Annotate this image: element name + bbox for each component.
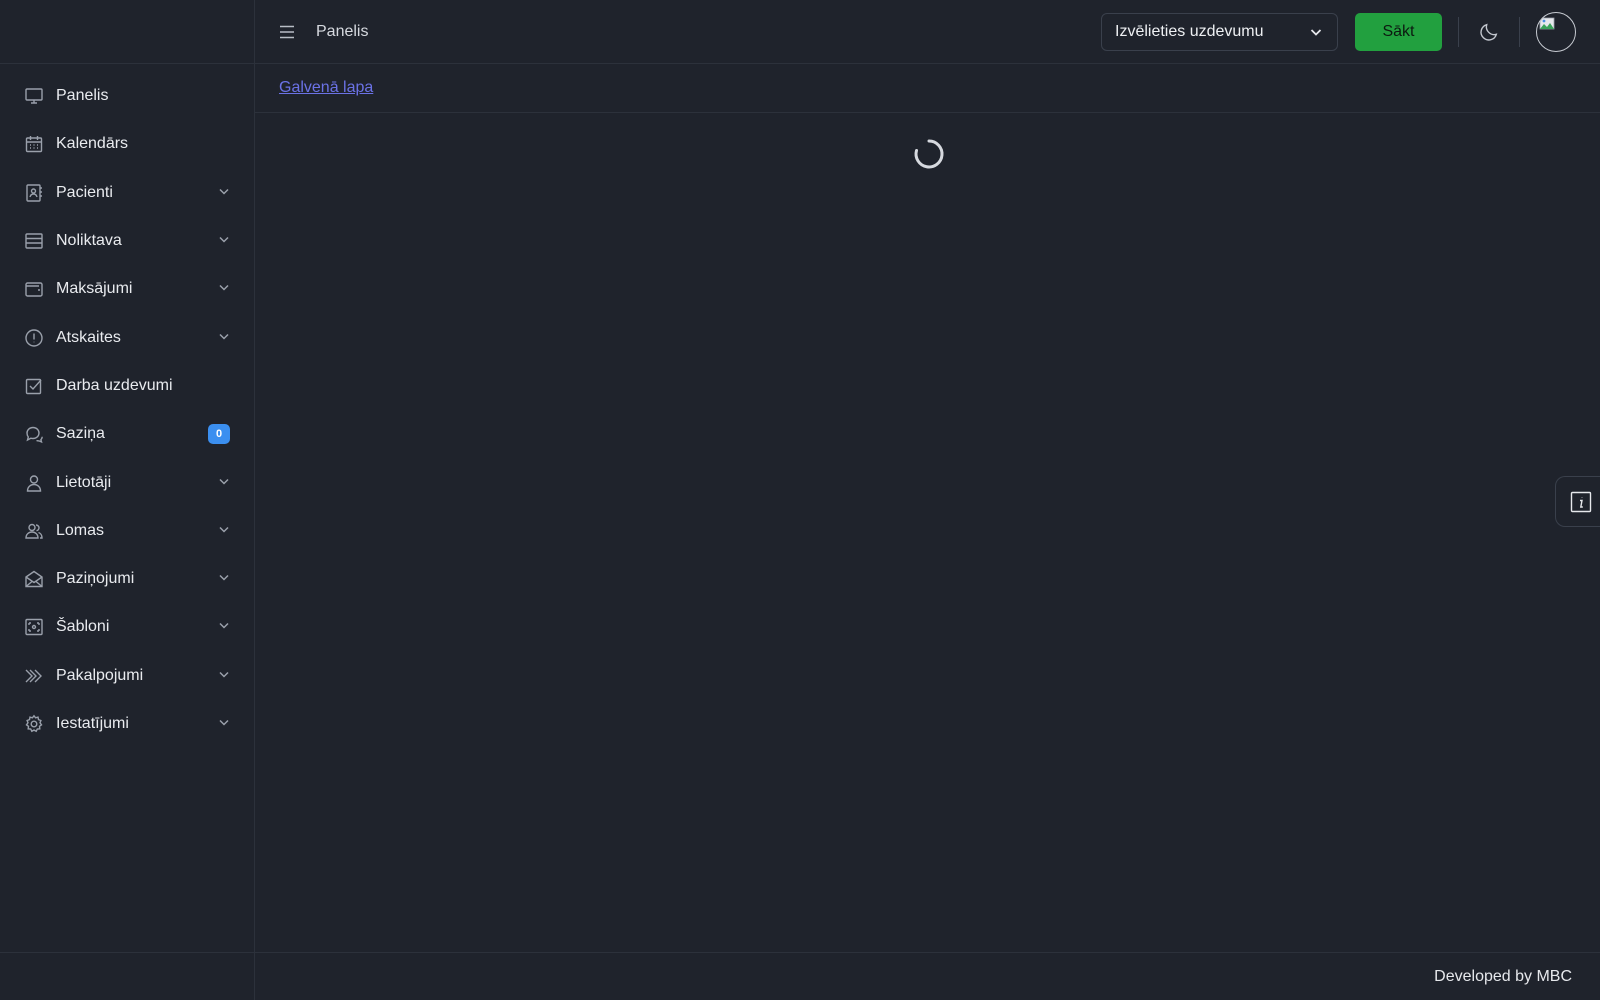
sidebar-item-sabloni[interactable]: Šabloni [0,603,254,651]
user-icon [24,473,44,493]
broken-image-icon [1539,17,1555,29]
chevron-down-icon [218,570,230,588]
sidebar-item-label: Saziņa [56,425,105,443]
chevron-down-icon [1310,28,1322,36]
top-bar-actions: Izvēlieties uzdevumu Sākt [1101,0,1600,63]
page-title: Panelis [316,22,369,40]
chevron-down-icon [218,715,230,733]
sidebar-item-label: Kalendārs [56,135,129,153]
divider [1519,16,1520,47]
chevron-down-icon [218,667,230,685]
sidebar-item-label: Panelis [56,87,109,105]
sidebar-item-label: Darba uzdevumi [56,376,173,394]
sidebar-item-label: Maksājumi [56,280,133,298]
top-bar: Panelis Izvēlieties uzdevumu Sākt [255,0,1600,64]
chevron-down-icon [218,329,230,347]
task-select[interactable]: Izvēlieties uzdevumu [1101,12,1338,51]
sidebar-item-maksajumi[interactable]: Maksājumi [0,265,254,313]
sidebar-item-label: Atskaites [56,328,121,346]
chat-bubbles-icon [24,424,44,444]
list-rows-icon [24,231,44,251]
checkbox-icon [24,376,44,396]
monitor-icon [24,86,44,106]
chevron-down-icon [218,232,230,250]
chevron-down-icon [218,184,230,202]
start-button[interactable]: Sākt [1355,12,1442,51]
chevron-down-icon [218,474,230,492]
breadcrumb: Galvenā lapa [255,64,1600,113]
wallet-icon [24,279,44,299]
hamburger-menu-icon[interactable] [278,23,296,41]
moon-icon[interactable] [1477,20,1501,44]
breadcrumb-home-link[interactable]: Galvenā lapa [279,79,373,97]
sidebar-item-label: Lietotāji [56,473,112,491]
sidebar-logo-area [0,0,254,64]
envelope-icon [24,569,44,589]
sidebar-item-label: Iestatījumi [56,715,129,732]
gear-icon [24,714,44,734]
sidebar-footer [0,952,254,1000]
sidebar-item-label: Pacienti [56,183,113,201]
calendar-icon [24,134,44,154]
sidebar: Panelis Kalendārs Pacienti Noliktava Mak… [0,0,255,1000]
contact-book-icon [24,183,44,203]
template-frame-icon [24,617,44,637]
footer-credit: Developed by MBC [1434,967,1572,985]
sidebar-item-label: Paziņojumi [56,570,135,588]
sidebar-item-sazina[interactable]: Saziņa 0 [0,410,254,458]
sidebar-nav: Panelis Kalendārs Pacienti Noliktava Mak… [0,64,254,748]
info-panel-toggle[interactable] [1555,476,1600,527]
double-chevron-right-icon [24,666,44,686]
chevron-down-icon [218,522,230,540]
sidebar-item-label: Pakalpojumi [56,666,144,684]
sidebar-item-darba-uzdevumi[interactable]: Darba uzdevumi [0,362,254,410]
sidebar-item-pakalpojumi[interactable]: Pakalpojumi [0,652,254,700]
info-icon [1570,491,1592,512]
avatar[interactable] [1536,11,1576,52]
divider [1458,16,1459,47]
sidebar-item-lietotaji[interactable]: Lietotāji [0,458,254,506]
alert-circle-icon [24,328,44,348]
chevron-down-icon [218,618,230,636]
sidebar-item-pacienti[interactable]: Pacienti [0,169,254,217]
unread-count-badge: 0 [208,424,230,445]
sidebar-item-noliktava[interactable]: Noliktava [0,217,254,265]
sidebar-item-label: Noliktava [56,232,122,250]
loading-spinner-icon [914,139,944,169]
sidebar-item-iestatijumi[interactable]: Iestatījumi [0,700,254,748]
chevron-down-icon [218,280,230,298]
sidebar-item-lomas[interactable]: Lomas [0,507,254,555]
sidebar-item-panelis[interactable]: Panelis [0,72,254,120]
sidebar-item-label: Šabloni [56,618,110,636]
task-select-value: Izvēlieties uzdevumu [1115,22,1264,40]
users-icon [24,521,44,541]
sidebar-item-atskaites[interactable]: Atskaites [0,313,254,361]
footer: Developed by MBC [255,952,1600,1000]
sidebar-item-pazinojumi[interactable]: Paziņojumi [0,555,254,603]
sidebar-item-kalendars[interactable]: Kalendārs [0,120,254,168]
sidebar-item-label: Lomas [56,521,105,539]
